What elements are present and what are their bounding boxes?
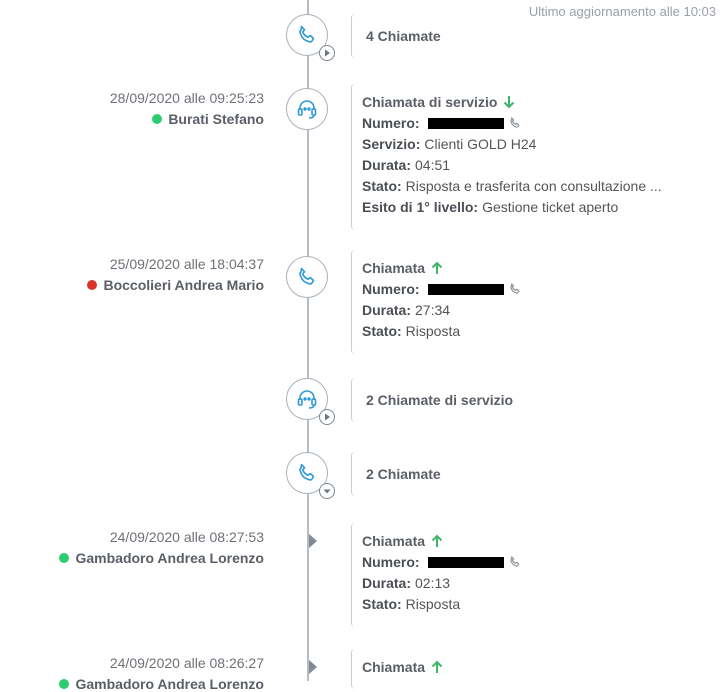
call-card[interactable]: Chiamata — [351, 649, 443, 689]
arrow-up-icon — [431, 660, 443, 673]
entry-date: 28/09/2020 alle 09:25:23 — [109, 90, 264, 106]
headset-icon — [297, 100, 317, 119]
field-key: Durata: — [362, 302, 412, 318]
group-node-calls-expanded[interactable] — [286, 452, 335, 499]
field-key: Stato: — [362, 323, 402, 339]
expand-play-button[interactable] — [319, 409, 335, 425]
entry-person[interactable]: Gambadoro Andrea Lorenzo — [59, 676, 264, 692]
chevron-down-icon — [323, 489, 331, 494]
call-card[interactable]: Chiamata Numero: Durata: 27:34 Stato: Risp… — [351, 250, 522, 354]
call-node[interactable] — [286, 256, 328, 298]
phone-small-icon[interactable] — [508, 282, 522, 296]
field-key: Servizio: — [362, 136, 421, 152]
entry-meta: 24/09/2020 alle 08:26:27 Gambadoro Andre… — [59, 655, 264, 692]
status-dot — [87, 280, 98, 290]
group-node-calls[interactable] — [286, 14, 335, 61]
duration-row: Durata: 02:13 — [362, 575, 522, 591]
entry-person[interactable]: Burati Stefano — [110, 111, 264, 127]
entry-meta: 28/09/2020 alle 09:25:23 Burati Stefano — [110, 90, 264, 127]
entry-date: 24/09/2020 alle 08:26:27 — [109, 655, 264, 671]
field-key: Durata: — [362, 575, 412, 591]
expand-play-button[interactable] — [319, 45, 335, 61]
last-update-text: Ultimo aggiornamento alle 10:03 — [528, 4, 716, 19]
card-title-text: Chiamata — [362, 659, 426, 675]
group-summary[interactable]: 2 Chiamate di servizio — [351, 378, 513, 422]
timeline-pointer — [309, 534, 317, 548]
number-row: Numero: — [362, 281, 522, 297]
card-title-text: Chiamata — [362, 260, 426, 276]
group-label: 2 Chiamate di servizio — [366, 392, 514, 408]
timeline-pointer — [309, 660, 317, 674]
field-key: Stato: — [362, 178, 402, 194]
duration-row: Durata: 27:34 — [362, 302, 522, 318]
status-row: Stato: Risposta — [362, 596, 522, 612]
field-key: Numero: — [362, 115, 420, 131]
field-value: 04:51 — [415, 157, 451, 173]
card-title: Chiamata — [362, 659, 443, 675]
field-value: Gestione ticket aperto — [482, 199, 619, 215]
group-summary[interactable]: 2 Chiamate — [351, 452, 441, 496]
phone-icon — [299, 267, 315, 285]
collapse-button[interactable] — [319, 483, 335, 499]
field-value: Risposta — [405, 596, 461, 612]
redacted-number — [427, 556, 504, 568]
status-dot — [152, 114, 163, 124]
number-row: Numero: — [362, 115, 662, 131]
field-key: Numero: — [362, 281, 420, 297]
person-name: Gambadoro Andrea Lorenzo — [75, 676, 264, 692]
field-key: Stato: — [362, 596, 402, 612]
card-title-text: Chiamata — [362, 533, 426, 549]
entry-meta: 25/09/2020 alle 18:04:37 Boccolieri Andr… — [87, 256, 264, 293]
field-value: Clienti GOLD H24 — [424, 136, 537, 152]
entry-person[interactable]: Gambadoro Andrea Lorenzo — [59, 550, 264, 566]
field-key: Numero: — [362, 554, 420, 570]
duration-row: Durata: 04:51 — [362, 157, 662, 173]
person-name: Burati Stefano — [168, 111, 264, 127]
field-value: Risposta e trasferita con consultazione … — [405, 178, 662, 194]
number-row: Numero: — [362, 554, 522, 570]
entry-date: 24/09/2020 alle 08:27:53 — [109, 529, 264, 545]
card-title: Chiamata di servizio — [362, 94, 662, 110]
call-card[interactable]: Chiamata Numero: Durata: 02:13 Stato: Risp… — [351, 523, 522, 627]
field-key: Esito di 1° livello: — [362, 199, 479, 215]
status-row: Stato: Risposta e trasferita con consulta… — [362, 178, 662, 194]
entry-person[interactable]: Boccolieri Andrea Mario — [87, 277, 264, 293]
phone-small-icon[interactable] — [508, 116, 522, 130]
field-value: 02:13 — [415, 575, 451, 591]
arrow-down-icon — [504, 96, 515, 109]
arrow-up-icon — [431, 534, 443, 547]
person-name: Boccolieri Andrea Mario — [103, 277, 264, 293]
outcome-row: Esito di 1° livello: Gestione ticket aper… — [362, 199, 662, 215]
phone-small-icon[interactable] — [508, 555, 522, 569]
entry-date: 25/09/2020 alle 18:04:37 — [109, 256, 264, 272]
group-summary[interactable]: 4 Chiamate — [351, 14, 441, 58]
field-value: Risposta — [405, 323, 461, 339]
card-title: Chiamata — [362, 533, 522, 549]
call-card[interactable]: Chiamata di servizio Numero: Servizio: Cl… — [351, 84, 662, 230]
service-row: Servizio: Clienti GOLD H24 — [362, 136, 662, 152]
group-label: 2 Chiamate — [366, 466, 441, 482]
entry-meta: 24/09/2020 alle 08:27:53 Gambadoro Andre… — [59, 529, 264, 566]
status-dot — [59, 553, 70, 563]
phone-icon — [299, 25, 315, 43]
group-node-service-calls[interactable] — [286, 378, 335, 425]
phone-icon — [299, 463, 315, 481]
card-title-text: Chiamata di servizio — [362, 94, 498, 110]
person-name: Gambadoro Andrea Lorenzo — [75, 550, 264, 566]
group-label: 4 Chiamate — [366, 28, 441, 44]
headset-icon — [297, 390, 317, 409]
field-value: 27:34 — [415, 302, 451, 318]
field-key: Durata: — [362, 157, 412, 173]
status-row: Stato: Risposta — [362, 323, 522, 339]
play-icon — [325, 49, 330, 57]
arrow-up-icon — [431, 261, 443, 274]
service-call-node[interactable] — [286, 88, 328, 130]
play-icon — [325, 413, 330, 421]
redacted-number — [427, 117, 504, 129]
redacted-number — [427, 283, 504, 295]
card-title: Chiamata — [362, 260, 522, 276]
